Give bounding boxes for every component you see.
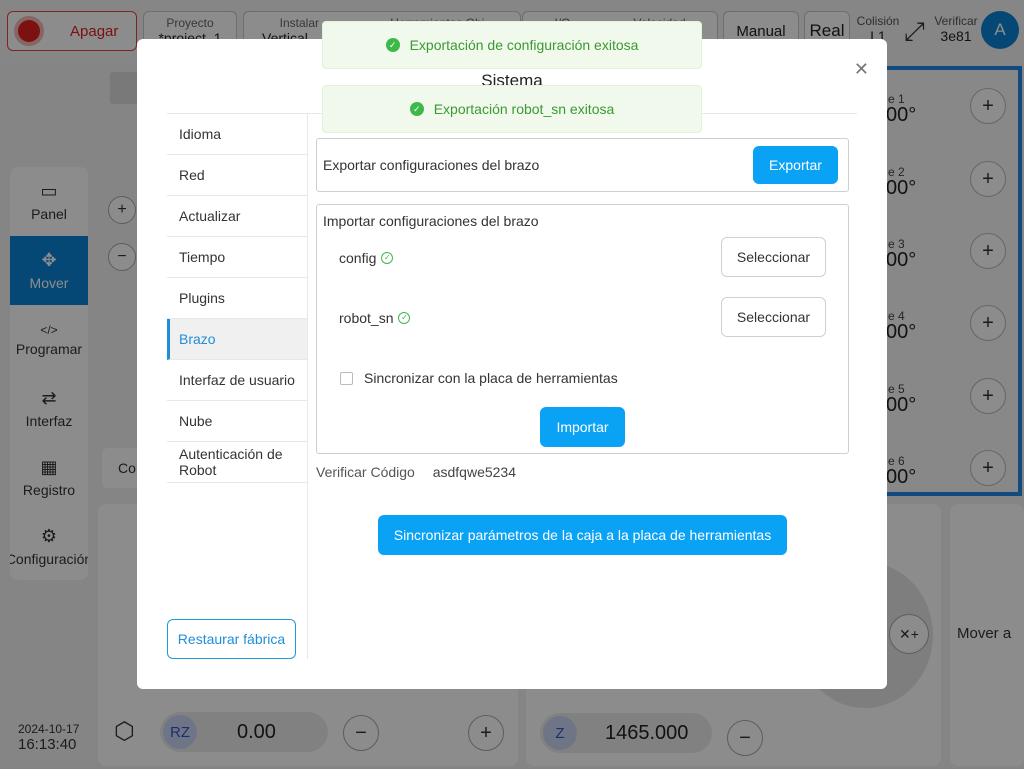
menu-item-language[interactable]: Idioma — [167, 114, 307, 155]
verify-code: Verificar Código asdfqwe5234 — [316, 464, 516, 480]
export-section: Exportar configuraciones del brazo Expor… — [316, 138, 849, 192]
settings-menu: Idioma Red Actualizar Tiempo Plugins Bra… — [167, 114, 308, 659]
sync-params-button[interactable]: Sincronizar parámetros de la caja a la p… — [378, 515, 787, 555]
file-name: config — [339, 250, 377, 266]
success-toast: ✓ Exportación de configuración exitosa — [322, 21, 702, 69]
system-dialog: Sistema ✕ Idioma Red Actualizar Tiempo P… — [137, 39, 887, 689]
factory-reset-button[interactable]: Restaurar fábrica — [167, 619, 296, 659]
select-robot-sn-button[interactable]: Seleccionar — [721, 297, 826, 337]
toast-text: Exportación de configuración exitosa — [409, 37, 639, 53]
import-section: Importar configuraciones del brazo confi… — [316, 204, 849, 454]
file-name: robot_sn — [339, 310, 394, 326]
import-file-config: config ✓ — [339, 250, 394, 266]
import-button[interactable]: Importar — [540, 407, 625, 447]
menu-item-network[interactable]: Red — [167, 155, 307, 196]
export-label: Exportar configuraciones del brazo — [323, 157, 540, 173]
check-circle-icon: ✓ — [398, 312, 411, 324]
close-icon[interactable]: ✕ — [854, 59, 869, 80]
export-button[interactable]: Exportar — [753, 146, 838, 184]
verify-code-label: Verificar Código — [316, 464, 415, 480]
sync-toolboard-option[interactable]: Sincronizar con la placa de herramientas — [340, 370, 618, 386]
success-toast: ✓ Exportación robot_sn exitosa — [322, 85, 702, 133]
menu-item-update[interactable]: Actualizar — [167, 196, 307, 237]
import-title: Importar configuraciones del brazo — [323, 213, 539, 229]
menu-item-plugins[interactable]: Plugins — [167, 278, 307, 319]
sync-checkbox[interactable] — [340, 371, 353, 385]
toast-text: Exportación robot_sn exitosa — [433, 101, 615, 117]
select-config-button[interactable]: Seleccionar — [721, 237, 826, 277]
menu-item-user-interface[interactable]: Interfaz de usuario — [167, 360, 307, 401]
verify-code-value: asdfqwe5234 — [432, 464, 517, 480]
menu-item-robot-auth[interactable]: Autenticación de Robot — [167, 442, 307, 483]
menu-item-cloud[interactable]: Nube — [167, 401, 307, 442]
sync-checkbox-label: Sincronizar con la placa de herramientas — [364, 370, 618, 386]
import-file-robot-sn: robot_sn ✓ — [339, 310, 411, 326]
menu-item-arm[interactable]: Brazo — [167, 319, 307, 360]
success-icon: ✓ — [385, 38, 400, 52]
check-circle-icon: ✓ — [381, 252, 394, 264]
success-icon: ✓ — [409, 102, 424, 116]
menu-item-time[interactable]: Tiempo — [167, 237, 307, 278]
